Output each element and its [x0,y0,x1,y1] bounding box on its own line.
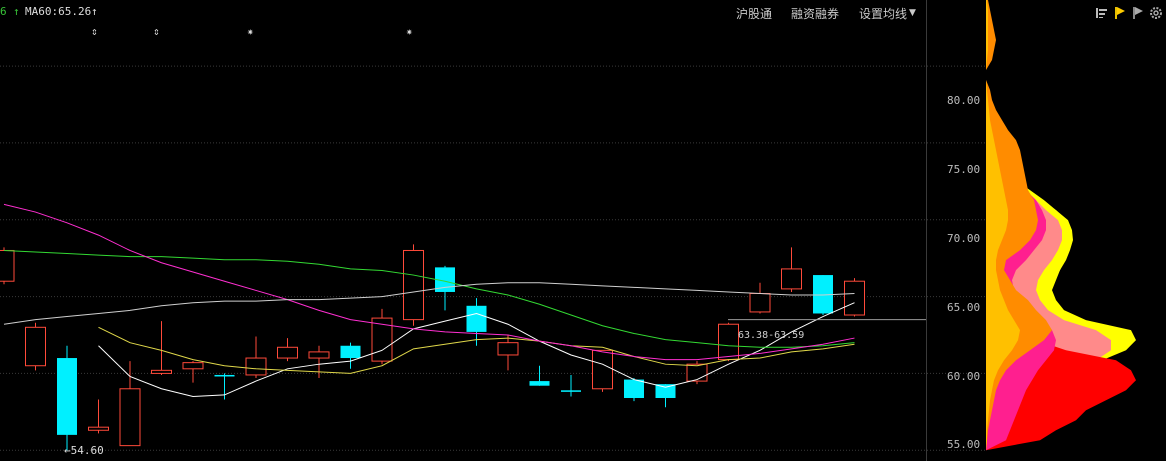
candle-body [749,293,771,313]
candle [182,361,204,383]
chevron-down-icon[interactable]: ▼ [909,8,916,18]
candle-body [624,379,644,398]
y-tick-label: 60.00 [947,370,981,383]
chip-distribution-panel: 80.00 75.00 70.00 65.00 60.00 55.00 [926,0,1166,461]
candle [25,322,46,371]
candle [371,308,393,365]
candle [88,399,109,434]
arrow-up-icon: ↑ [91,5,98,18]
ma60-label: MA60:65.26 [25,5,92,18]
candle-body [119,388,141,447]
candle-body [214,374,235,377]
candle-body [403,249,424,321]
candle-body [245,357,267,376]
candle-body [151,369,172,374]
bars-icon[interactable] [1095,6,1109,20]
y-tick-label: 80.00 [947,94,981,107]
candle-body [182,362,204,370]
candle [245,336,267,379]
candle-body [529,381,550,386]
kline-chart-area[interactable]: 6 ↑ MA60:65.26 ↑ 沪股通 融资融券 设置均线 ▼ ⇕ ⇕ ✷ ✷… [0,0,926,461]
candle [592,349,613,392]
candle [497,334,519,371]
y-tick-label: 70.00 [947,232,981,245]
candle [844,278,865,317]
candle [277,338,298,362]
candle [403,244,424,326]
gear-icon[interactable] [1149,6,1163,20]
candle [0,247,15,285]
candle-body [466,305,487,332]
price-range-label: 63.38-63.59 [738,330,805,341]
event-marker[interactable]: ⇕ [91,25,98,38]
candle [781,247,802,292]
candle [57,345,77,451]
candle-body [0,249,15,282]
event-marker[interactable]: ✷ [247,25,254,38]
chip-distribution-chart [927,0,1136,451]
low-price-label: ←54.60 [64,444,104,457]
ma-line [3,282,855,325]
y-tick-label: 55.00 [947,438,981,451]
candle-body [25,326,46,367]
candle-body [308,351,330,359]
y-tick-label: 75.00 [947,163,981,176]
menu-set-ma[interactable]: 设置均线 [859,5,907,22]
candle [340,342,361,369]
candle [466,298,487,346]
y-tick-label: 65.00 [947,301,981,314]
candle-body [561,390,581,392]
candle-body [57,358,77,435]
candle-body [655,384,676,398]
candle-body [844,280,865,316]
flag-yellow-icon[interactable] [1113,6,1127,20]
kline-chart[interactable] [0,0,926,461]
candle-body [718,323,739,361]
candle [561,374,581,397]
event-marker[interactable]: ⇕ [153,25,160,38]
flag-gray-icon[interactable] [1131,6,1145,20]
candle-body [340,345,361,359]
event-marker[interactable]: ✷ [406,25,413,38]
arrow-up-icon: ↑ [13,5,20,18]
candle-body [88,426,109,431]
candle-body [592,349,613,390]
candle [151,321,172,375]
menu-shanggutong[interactable]: 沪股通 [736,5,772,22]
candle-body [497,342,519,356]
ma-period-label: 6 [0,5,7,18]
candle-body [277,346,298,359]
candle [749,282,771,314]
candle-body [686,363,708,382]
candle-body [781,268,802,290]
menu-margin-trading[interactable]: 融资融券 [791,5,839,22]
candle [529,365,550,386]
